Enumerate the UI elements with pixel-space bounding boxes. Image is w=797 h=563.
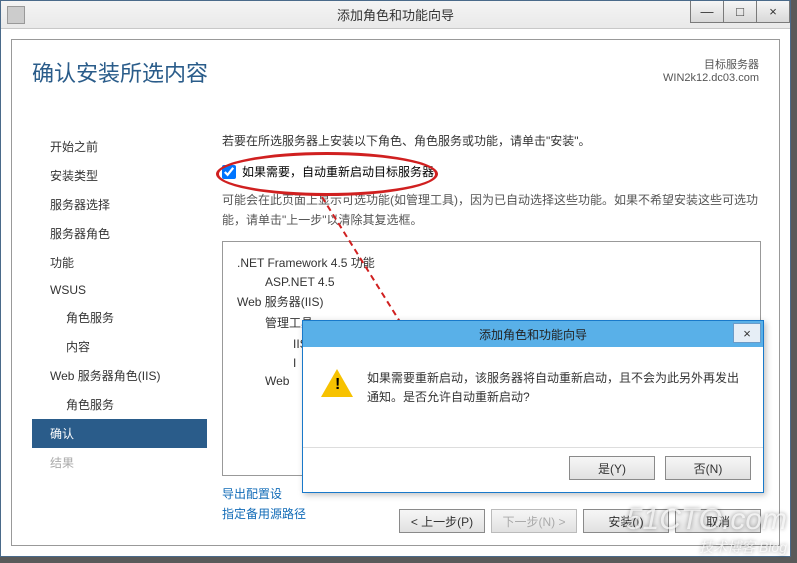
target-label: 目标服务器	[663, 56, 759, 72]
no-button[interactable]: 否(N)	[665, 456, 751, 480]
target-server: 目标服务器 WIN2k12.dc03.com	[663, 56, 759, 84]
install-button[interactable]: 安装(I)	[583, 509, 669, 533]
titlebar[interactable]: 添加角色和功能向导 — □ ×	[1, 1, 790, 29]
inner-panel: 确认安装所选内容 目标服务器 WIN2k12.dc03.com 开始之前 安装类…	[11, 39, 780, 546]
step-iis-roleservices[interactable]: 角色服务	[32, 390, 207, 419]
dialog-message: 如果需要重新启动，该服务器将自动重新启动，且不会为此另外再发出通知。是否允许自动…	[367, 369, 745, 431]
minimize-button[interactable]: —	[690, 1, 724, 23]
wizard-footer: < 上一步(P) 下一步(N) > 安装(I) 取消	[399, 509, 761, 533]
next-button: 下一步(N) >	[491, 509, 577, 533]
step-results: 结果	[32, 448, 207, 477]
list-item: Web 服务器(IIS)	[237, 293, 746, 310]
step-features[interactable]: 功能	[32, 248, 207, 277]
app-icon	[7, 6, 25, 24]
step-install-type[interactable]: 安装类型	[32, 161, 207, 190]
dialog-title: 添加角色和功能向导	[479, 326, 587, 343]
page-heading: 确认安装所选内容	[32, 56, 208, 88]
description-text: 若要在所选服务器上安装以下角色、角色服务或功能，请单击"安装"。	[222, 132, 761, 149]
step-wsus-roleservices[interactable]: 角色服务	[32, 303, 207, 332]
maximize-button[interactable]: □	[723, 1, 757, 23]
dialog-footer: 是(Y) 否(N)	[303, 447, 763, 492]
warning-icon: !	[321, 369, 353, 397]
restart-checkbox-row: 如果需要，自动重新启动目标服务器	[222, 163, 761, 180]
optional-features-note: 可能会在此页面上显示可选功能(如管理工具)，因为已自动选择这些功能。如果不希望安…	[222, 190, 761, 231]
list-item: ASP.NET 4.5	[265, 275, 746, 289]
step-server-selection[interactable]: 服务器选择	[32, 190, 207, 219]
dialog-titlebar[interactable]: 添加角色和功能向导 ×	[303, 321, 763, 347]
close-button[interactable]: ×	[756, 1, 790, 23]
step-wsus[interactable]: WSUS	[32, 277, 207, 303]
window-title: 添加角色和功能向导	[337, 5, 454, 24]
dialog-body: ! 如果需要重新启动，该服务器将自动重新启动，且不会为此另外再发出通知。是否允许…	[303, 347, 763, 447]
auto-restart-label: 如果需要，自动重新启动目标服务器	[242, 163, 434, 180]
auto-restart-checkbox[interactable]	[222, 165, 236, 179]
step-server-roles[interactable]: 服务器角色	[32, 219, 207, 248]
cancel-button[interactable]: 取消	[675, 509, 761, 533]
client-area: 确认安装所选内容 目标服务器 WIN2k12.dc03.com 开始之前 安装类…	[1, 29, 790, 556]
dialog-close-button[interactable]: ×	[733, 323, 761, 343]
target-value: WIN2k12.dc03.com	[663, 72, 759, 84]
window-buttons: — □ ×	[691, 1, 790, 23]
step-iis[interactable]: Web 服务器角色(IIS)	[32, 361, 207, 390]
step-before-begin[interactable]: 开始之前	[32, 132, 207, 161]
prev-button[interactable]: < 上一步(P)	[399, 509, 485, 533]
list-item: .NET Framework 4.5 功能	[237, 254, 746, 271]
yes-button[interactable]: 是(Y)	[569, 456, 655, 480]
step-confirmation[interactable]: 确认	[32, 419, 207, 448]
restart-confirm-dialog: 添加角色和功能向导 × ! 如果需要重新启动，该服务器将自动重新启动，且不会为此…	[302, 320, 764, 493]
wizard-steps: 开始之前 安装类型 服务器选择 服务器角色 功能 WSUS 角色服务 内容 We…	[32, 132, 207, 477]
wizard-window: 添加角色和功能向导 — □ × 确认安装所选内容 目标服务器 WIN2k12.d…	[0, 0, 791, 557]
step-wsus-content[interactable]: 内容	[32, 332, 207, 361]
